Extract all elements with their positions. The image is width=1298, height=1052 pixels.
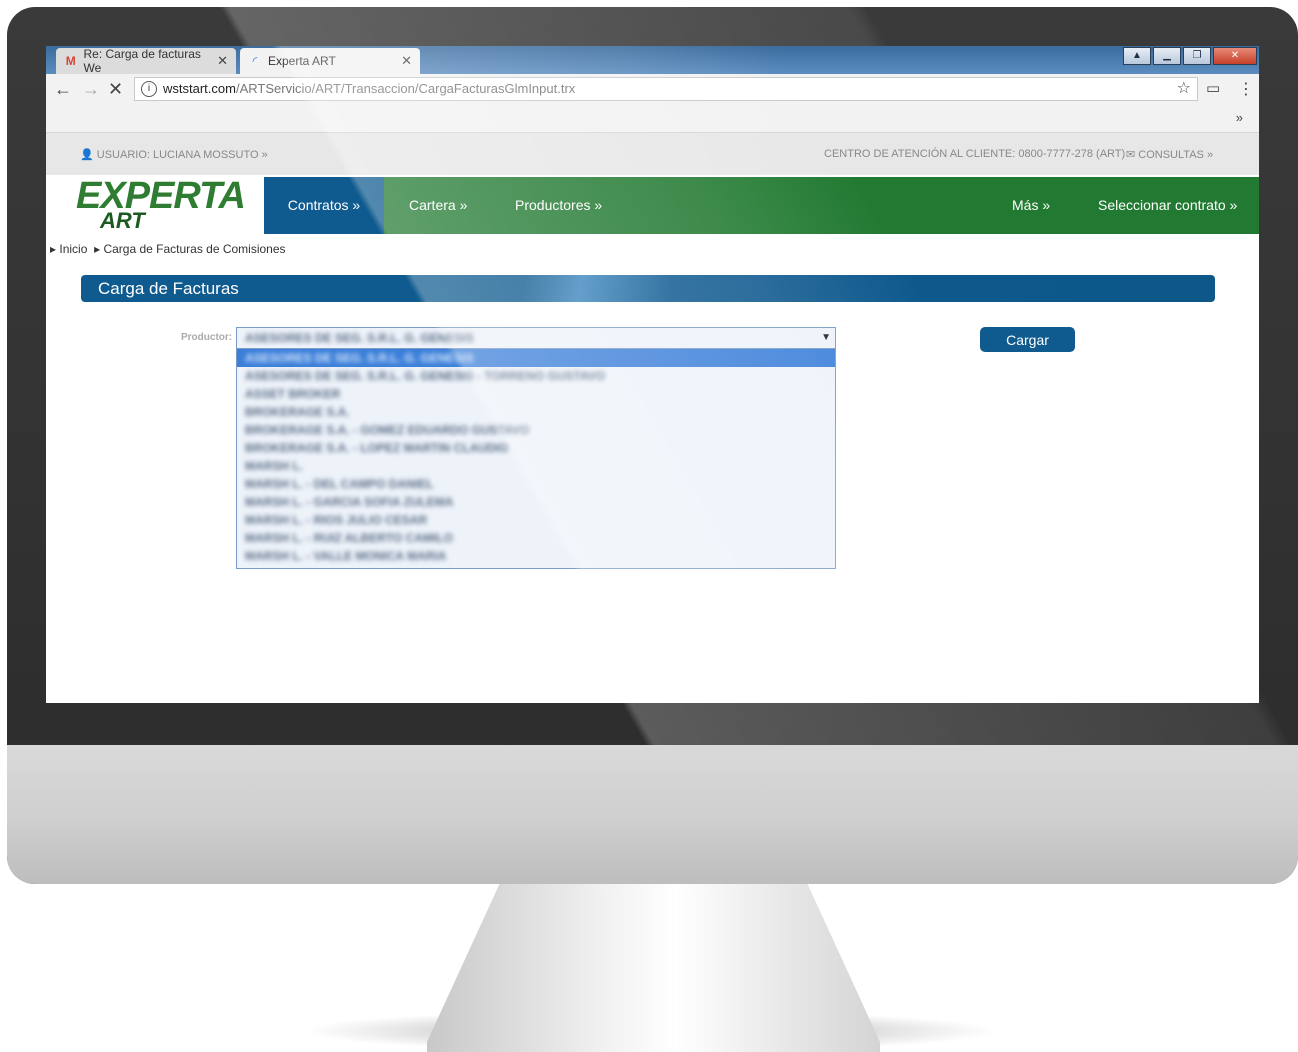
address-bar: ← → ✕ i wststart.com /ARTServicio/ART/Tr… (46, 74, 1259, 107)
screen: M Re: Carga de facturas We ✕ ◜ Experta A… (46, 46, 1259, 703)
gmail-icon: M (65, 54, 76, 68)
breadcrumb-current: Carga de Facturas de Comisiones (103, 242, 286, 256)
dropdown-option[interactable]: ASSET BROKER (237, 385, 835, 403)
option-label: ASESORES DE SEG. S.R.L. G. GENESIS (245, 351, 474, 365)
close-icon[interactable]: ✕ (401, 53, 412, 69)
info-icon[interactable]: i (141, 81, 157, 97)
nav-cartera[interactable]: Cartera » (409, 177, 467, 234)
option-label: ASSET BROKER (245, 387, 341, 401)
tab-label: Re: Carga de facturas We (83, 47, 201, 75)
dropdown-option[interactable]: BROKERAGE S.A. - GOMEZ EDUARDO GUSTAVO (237, 421, 835, 439)
dropdown-option[interactable]: MARSH L. - DEL CAMPO DANIEL (237, 475, 835, 493)
cast-icon[interactable]: ▭ (1206, 79, 1220, 97)
consultas-label: CONSULTAS (1138, 149, 1204, 161)
dropdown-option[interactable]: MARSH L. - RUIZ ALBERTO CAMILO (237, 529, 835, 547)
browser-tab-bar: M Re: Carga de facturas We ✕ ◜ Experta A… (46, 46, 1259, 75)
user-menu[interactable]: 👤 USUARIO: LUCIANA MOSSUTO » (80, 148, 268, 161)
bookmarks-more-button[interactable]: » (1236, 110, 1243, 125)
chevron-down-icon: » (352, 197, 361, 213)
nav-contratos[interactable]: Contratos » (264, 177, 384, 234)
menu-dots-icon[interactable]: ⋮ (1238, 79, 1254, 99)
chevron-down-icon: » (1206, 149, 1214, 161)
dropdown-option[interactable]: ASESORES DE SEG. S.R.L. G. GENESIS (237, 349, 835, 367)
user-label: USUARIO: LUCIANA MOSSUTO (96, 149, 259, 161)
page-title-bar: Carga de Facturas (81, 275, 1215, 302)
bookmarks-bar: » (46, 106, 1259, 132)
option-label: MARSH L. - VALLE MONICA MARIA (245, 549, 447, 563)
mail-icon: ✉ (1126, 149, 1136, 161)
option-label: ASESORES DE SEG. S.R.L. G. GENESIS - TOR… (245, 369, 606, 383)
caret-right-icon: ▸ (50, 242, 57, 256)
chevron-down-icon: » (261, 149, 268, 161)
url-input[interactable]: i wststart.com /ARTServicio/ART/Transacc… (134, 77, 1198, 101)
nav-contratos-label: Contratos (287, 197, 349, 213)
chevron-down-icon: » (1042, 197, 1051, 213)
forward-arrow-icon[interactable]: → (82, 79, 100, 100)
option-label: MARSH L. - RIOS JULIO CESAR (245, 513, 428, 527)
dropdown-option[interactable]: MARSH L. - GARCIA SOFIA ZULEMA (237, 493, 835, 511)
dropdown-option[interactable]: BROKERAGE S.A. (237, 403, 835, 421)
productor-dropdown-list: ASESORES DE SEG. S.R.L. G. GENESIS ASESO… (236, 349, 836, 569)
bookmark-star-icon[interactable]: ☆ (1177, 78, 1191, 100)
loading-icon: ◜ (252, 54, 258, 68)
help-center-text: CENTRO DE ATENCIÓN AL CLIENTE: 0800-7777… (824, 148, 1126, 160)
option-label: BROKERAGE S.A. - GOMEZ EDUARDO GUSTAVO (245, 423, 530, 437)
stop-icon[interactable]: ✕ (108, 79, 123, 100)
page-title: Carga de Facturas (98, 279, 239, 298)
minimize-icon[interactable]: ▁ (1153, 47, 1181, 65)
consultas-menu[interactable]: ✉ CONSULTAS » (1126, 148, 1213, 161)
dropdown-option[interactable]: BROKERAGE S.A. - LOPEZ MARTIN CLAUDIO (237, 439, 835, 457)
tab-label: Experta ART (268, 54, 336, 68)
window-controls: ▲ ▁ ❐ ✕ (1123, 47, 1257, 65)
nav-mas-label: Más (1012, 197, 1039, 213)
productor-selected-value: ASESORES DE SEG. S.R.L. G. GENESIS (245, 331, 474, 345)
breadcrumb-home[interactable]: Inicio (59, 242, 87, 256)
chevron-down-icon: » (1229, 197, 1238, 213)
back-arrow-icon[interactable]: ← (54, 79, 72, 100)
dropdown-option[interactable]: MARSH L. - RIOS JULIO CESAR (237, 511, 835, 529)
option-label: BROKERAGE S.A. - LOPEZ MARTIN CLAUDIO (245, 441, 509, 455)
monitor-stand (427, 884, 880, 1052)
productor-label: Productor: (181, 332, 233, 343)
caret-right-icon: ▸ (94, 242, 101, 256)
breadcrumb: ▸ Inicio ▸ Carga de Facturas de Comision… (50, 242, 286, 256)
logo-text-sub: ART (100, 208, 145, 233)
dropdown-option[interactable]: MARSH L. (237, 457, 835, 475)
user-icon: 👤 (80, 149, 94, 161)
option-label: MARSH L. - DEL CAMPO DANIEL (245, 477, 434, 491)
dropdown-arrow-icon[interactable]: ▼ (821, 332, 831, 343)
maximize-icon[interactable]: ❐ (1183, 47, 1211, 65)
option-label: MARSH L. - GARCIA SOFIA ZULEMA (245, 495, 454, 509)
monitor-chin (7, 745, 1298, 884)
tab-experta[interactable]: ◜ Experta ART ✕ (240, 48, 420, 74)
chevron-down-icon: » (594, 197, 603, 213)
close-icon[interactable]: ✕ (217, 53, 228, 69)
site-header: EXPERTA ART Contratos » Cartera » Produc… (46, 175, 1259, 235)
dropdown-option[interactable]: MARSH L. - VALLE MONICA MARIA (237, 547, 835, 565)
option-label: MARSH L. - RUIZ ALBERTO CAMILO (245, 531, 453, 545)
window-close-icon[interactable]: ✕ (1213, 47, 1257, 65)
option-label: BROKERAGE S.A. (245, 405, 350, 419)
dropdown-option[interactable]: ASESORES DE SEG. S.R.L. G. GENESIS - TOR… (237, 367, 835, 385)
option-label: MARSH L. (245, 459, 303, 473)
productor-select[interactable]: ASESORES DE SEG. S.R.L. G. GENESIS ▼ (236, 327, 836, 349)
url-path: /ARTServicio/ART/Transaccion/CargaFactur… (235, 81, 576, 96)
nav-cartera-label: Cartera (409, 197, 456, 213)
url-host: wststart.com (163, 81, 236, 96)
nav-seleccionar-label: Seleccionar contrato (1098, 197, 1226, 213)
nav-productores-label: Productores (515, 197, 591, 213)
chevron-down-icon: » (459, 197, 468, 213)
nav-mas[interactable]: Más » (1012, 177, 1050, 234)
tab-gmail[interactable]: M Re: Carga de facturas We ✕ (56, 47, 236, 75)
cargar-button[interactable]: Cargar (980, 327, 1075, 352)
nav-seleccionar-contrato[interactable]: Seleccionar contrato » (1098, 177, 1237, 234)
user-icon[interactable]: ▲ (1123, 47, 1151, 65)
top-strip: 👤 USUARIO: LUCIANA MOSSUTO » CENTRO DE A… (46, 132, 1259, 176)
experta-logo[interactable]: EXPERTA ART (76, 175, 246, 235)
nav-productores[interactable]: Productores » (515, 177, 602, 234)
main-nav: Contratos » Cartera » Productores » Más … (264, 177, 1259, 234)
